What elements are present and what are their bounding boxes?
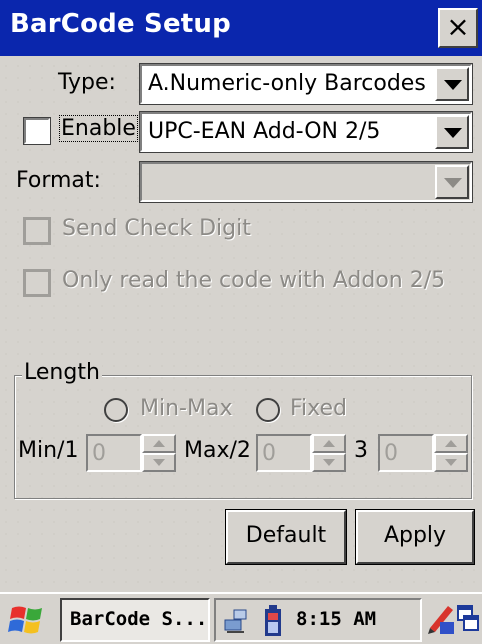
length-group-title: Length — [22, 360, 102, 385]
send-check-digit-checkbox[interactable] — [23, 217, 51, 245]
max-length-field[interactable]: 0 — [256, 434, 312, 472]
min-max-radio[interactable] — [104, 398, 128, 422]
max-length-label: Max/2 — [184, 438, 251, 463]
min-length-spinner[interactable] — [142, 434, 176, 472]
only-read-addon-label: Only read the code with Addon 2/5 — [62, 268, 446, 293]
format-select[interactable] — [139, 161, 473, 203]
max-length-value: 0 — [262, 441, 276, 466]
type-select[interactable]: A.Numeric-only Barcodes — [139, 63, 473, 105]
third-length-field[interactable]: 0 — [378, 434, 434, 472]
enable-symbology-select[interactable]: UPC-EAN Add-ON 2/5 — [139, 111, 473, 153]
window-title: BarCode Setup — [10, 9, 231, 39]
min-length-label: Min/1 — [18, 438, 79, 463]
system-tray: 8:15 AM — [214, 598, 422, 642]
fixed-label: Fixed — [290, 396, 348, 421]
type-label: Type: — [58, 70, 116, 95]
enable-select-value: UPC-EAN Add-ON 2/5 — [148, 119, 381, 144]
input-panel-icon[interactable] — [426, 602, 456, 636]
spin-up-icon[interactable] — [312, 434, 346, 453]
third-length-value: 0 — [384, 441, 398, 466]
taskbar-app-button[interactable]: BarCode S... — [60, 598, 210, 642]
enable-label[interactable]: Enable — [59, 115, 138, 142]
max-length-spinner[interactable] — [312, 434, 346, 472]
barcode-setup-window: BarCode Setup × Type: A.Numeric-only Bar… — [0, 0, 482, 592]
only-read-addon-checkbox[interactable] — [23, 269, 51, 297]
send-check-digit-label: Send Check Digit — [62, 216, 251, 241]
clock: 8:15 AM — [296, 608, 377, 630]
chevron-down-icon[interactable] — [435, 115, 469, 149]
spin-up-icon[interactable] — [142, 434, 176, 453]
default-button[interactable]: Default — [225, 509, 347, 565]
third-length-spinner[interactable] — [434, 434, 468, 472]
min-length-value: 0 — [92, 441, 106, 466]
switch-windows-icon[interactable] — [456, 604, 480, 634]
title-bar: BarCode Setup × — [0, 0, 482, 56]
network-icon[interactable] — [222, 606, 252, 636]
chevron-down-icon[interactable] — [435, 165, 469, 199]
close-button[interactable]: × — [438, 8, 478, 48]
format-label: Format: — [16, 168, 101, 193]
spin-down-icon[interactable] — [142, 453, 176, 472]
enable-checkbox[interactable] — [23, 117, 51, 145]
spin-up-icon[interactable] — [434, 434, 468, 453]
chevron-down-icon[interactable] — [435, 67, 469, 101]
third-length-label: 3 — [354, 438, 368, 463]
fixed-radio[interactable] — [256, 398, 280, 422]
min-max-label: Min-Max — [140, 396, 233, 421]
spin-down-icon[interactable] — [312, 453, 346, 472]
battery-icon[interactable] — [262, 604, 284, 638]
apply-button[interactable]: Apply — [355, 509, 475, 565]
type-select-value: A.Numeric-only Barcodes — [148, 71, 426, 96]
taskbar: BarCode S... 8:15 AM — [0, 592, 482, 644]
windows-flag-icon[interactable] — [6, 602, 50, 638]
min-length-field[interactable]: 0 — [86, 434, 142, 472]
spin-down-icon[interactable] — [434, 453, 468, 472]
